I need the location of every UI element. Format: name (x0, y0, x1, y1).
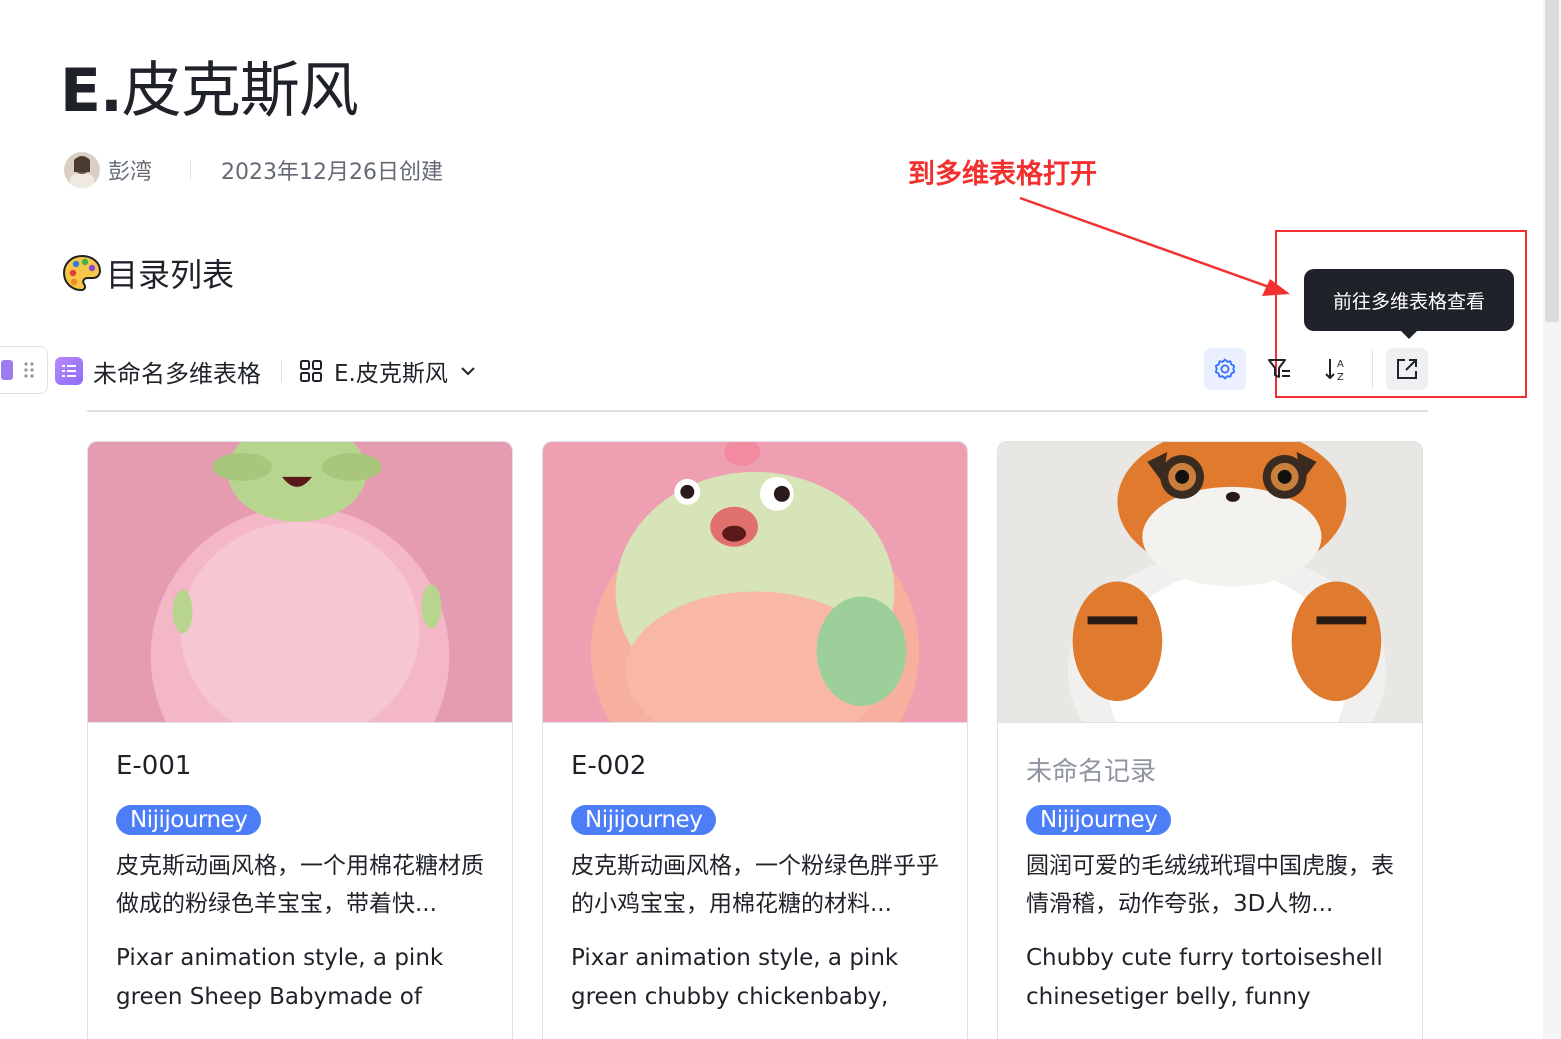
card-cover-image (88, 442, 512, 723)
card-prompt: Pixar animation style, a pink green chub… (571, 945, 899, 1010)
sort-icon: A Z (1325, 359, 1344, 383)
gallery-card[interactable]: E-001 Nijijourney 皮克斯动画风格，一个用棉花糖材质做成的粉绿色… (87, 441, 513, 1039)
created-date: 2023年12月26日创建 (221, 160, 443, 185)
card-description: 皮克斯动画风格，一个用棉花糖材质做成的粉绿色羊宝宝，带着快... (116, 853, 484, 917)
model-tag: Nijijourney (1026, 805, 1172, 835)
model-tag: Nijijourney (571, 805, 717, 835)
sort-button[interactable]: A Z (1316, 348, 1358, 390)
block-drag-handle[interactable] (0, 346, 48, 394)
card-cover-image (998, 442, 1422, 723)
open-in-bitable-button[interactable] (1386, 348, 1428, 390)
card-prompt: Chubby cute furry tortoiseshell chineset… (1026, 945, 1383, 1010)
vertical-scrollbar[interactable] (1543, 0, 1561, 1039)
tooltip: 前往多维表格查看 (1304, 269, 1514, 339)
svg-text:Z: Z (1337, 372, 1344, 383)
scrollbar-thumb[interactable] (1545, 0, 1559, 322)
annotation-label: 到多维表格打开 (908, 159, 1097, 190)
author-name[interactable]: 彭湾 (108, 154, 152, 186)
card-prompt: Pixar animation style, a pink green Shee… (116, 945, 444, 1010)
section-heading: 目录列表 (62, 250, 234, 296)
header-rule (87, 410, 1428, 412)
card-cover-image (543, 442, 967, 723)
bitable-header: 未命名多维表格 E.皮克斯风 (55, 352, 478, 390)
card-description: 圆润可爱的毛绒绒玳瑁中国虎腹，表情滑稽，动作夸张，3D人物... (1026, 853, 1394, 917)
gallery-card[interactable]: E-002 Nijijourney 皮克斯动画风格，一个粉绿色胖乎乎的小鸡宝宝，… (542, 441, 968, 1039)
document-title-text: 皮克斯风 (121, 56, 359, 126)
card-title: E-001 (116, 751, 192, 781)
filter-icon (1268, 359, 1290, 378)
palette-icon (62, 254, 102, 292)
external-link-icon (1397, 359, 1417, 379)
card-title: E-002 (571, 751, 647, 781)
gear-icon (1214, 358, 1236, 380)
document-meta: 彭湾 2023年12月26日创建 (64, 150, 443, 190)
gallery-card[interactable]: 未命名记录 Nijijourney 圆润可爱的毛绒绒玳瑁中国虎腹，表情滑稽，动作… (997, 441, 1423, 1039)
meta-divider (190, 160, 192, 180)
avatar[interactable] (64, 152, 100, 188)
document-title: E.皮克斯风 (60, 42, 359, 129)
filter-button[interactable] (1258, 348, 1300, 390)
header-divider (281, 360, 282, 382)
document-title-prefix: E. (60, 56, 123, 126)
drag-dots-icon[interactable] (23, 360, 35, 380)
bitable-icon (55, 357, 83, 385)
block-type-icon (1, 360, 13, 380)
svg-text:A: A (1337, 359, 1344, 370)
view-selector[interactable]: E.皮克斯风 (334, 354, 448, 388)
model-tag: Nijijourney (116, 805, 262, 835)
toolbar-divider (1372, 350, 1373, 388)
section-heading-text: 目录列表 (106, 256, 235, 294)
bitable-name[interactable]: 未命名多维表格 (93, 354, 261, 389)
tooltip-text: 前往多维表格查看 (1332, 290, 1485, 313)
card-title: 未命名记录 (1026, 757, 1157, 787)
chevron-down-icon[interactable] (458, 361, 478, 381)
gallery-view-icon (300, 360, 322, 382)
card-description: 皮克斯动画风格，一个粉绿色胖乎乎的小鸡宝宝，用棉花糖的材料... (571, 853, 939, 917)
settings-button[interactable] (1204, 348, 1246, 390)
